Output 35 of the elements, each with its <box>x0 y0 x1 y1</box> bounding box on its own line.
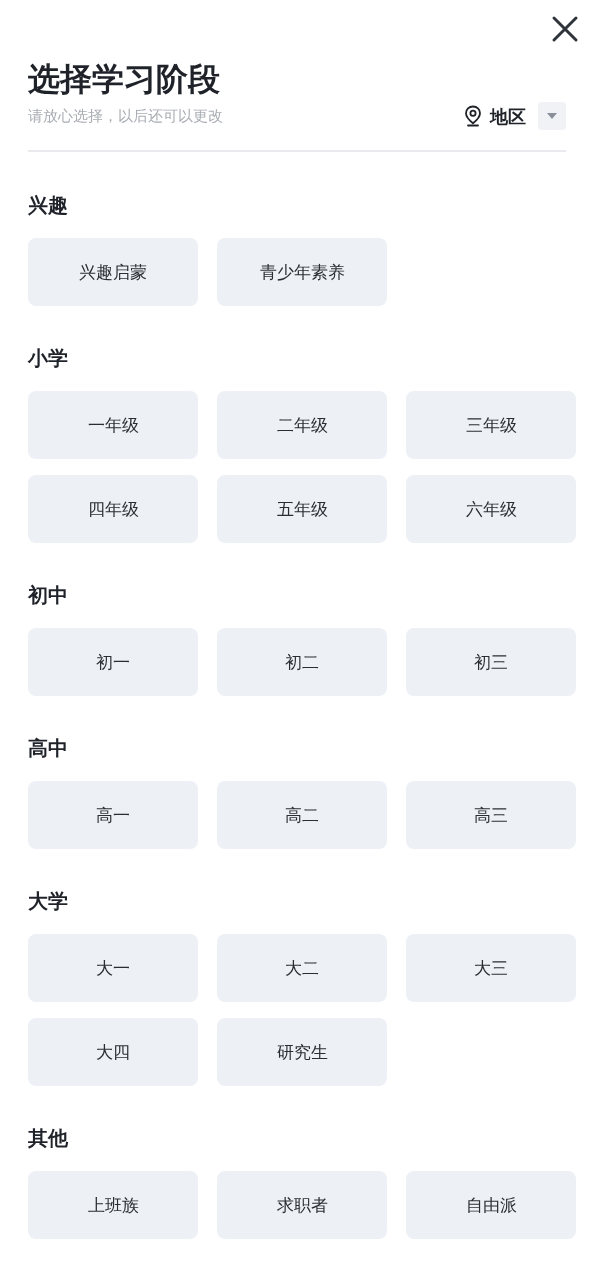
stage-option-button[interactable]: 三年级 <box>406 391 576 460</box>
close-button[interactable] <box>550 14 580 44</box>
stage-option-button[interactable]: 大四 <box>28 1018 198 1087</box>
stage-option-button[interactable]: 大一 <box>28 934 198 1003</box>
stage-option-button[interactable]: 求职者 <box>217 1171 387 1240</box>
stage-option-button[interactable]: 初一 <box>28 628 198 697</box>
stage-option-button[interactable]: 高二 <box>217 781 387 850</box>
stage-option-button[interactable]: 青少年素养 <box>217 238 387 307</box>
section-heading: 高中 <box>28 735 69 762</box>
section-heading: 其他 <box>28 1125 69 1152</box>
stage-option-button[interactable]: 初二 <box>217 628 387 697</box>
section-heading: 初中 <box>28 582 69 609</box>
location-pin-icon <box>464 105 482 128</box>
stage-option-button[interactable]: 二年级 <box>217 391 387 460</box>
stage-option-button[interactable]: 自由派 <box>406 1171 576 1240</box>
page-title: 选择学习阶段 <box>28 60 221 99</box>
stage-option-button[interactable]: 高一 <box>28 781 198 850</box>
stage-option-button[interactable]: 六年级 <box>406 475 576 544</box>
caret-icon <box>546 112 558 121</box>
section-heading: 小学 <box>28 345 69 372</box>
region-label: 地区 <box>490 104 526 129</box>
stage-option-button[interactable]: 上班族 <box>28 1171 198 1240</box>
stage-option-button[interactable]: 大三 <box>406 934 576 1003</box>
stage-option-button[interactable]: 初三 <box>406 628 576 697</box>
stage-option-button[interactable]: 高三 <box>406 781 576 850</box>
region-dropdown-button[interactable] <box>538 102 566 131</box>
stage-option-button[interactable]: 兴趣启蒙 <box>28 238 198 307</box>
stage-option-button[interactable]: 一年级 <box>28 391 198 460</box>
stage-option-button[interactable]: 研究生 <box>217 1018 387 1087</box>
section-heading: 兴趣 <box>28 192 69 219</box>
subtitle: 请放心选择，以后还可以更改 <box>28 106 223 128</box>
stage-option-button[interactable]: 大二 <box>217 934 387 1003</box>
stage-option-button[interactable]: 五年级 <box>217 475 387 544</box>
stage-option-button[interactable]: 四年级 <box>28 475 198 544</box>
section-heading: 大学 <box>28 888 69 915</box>
